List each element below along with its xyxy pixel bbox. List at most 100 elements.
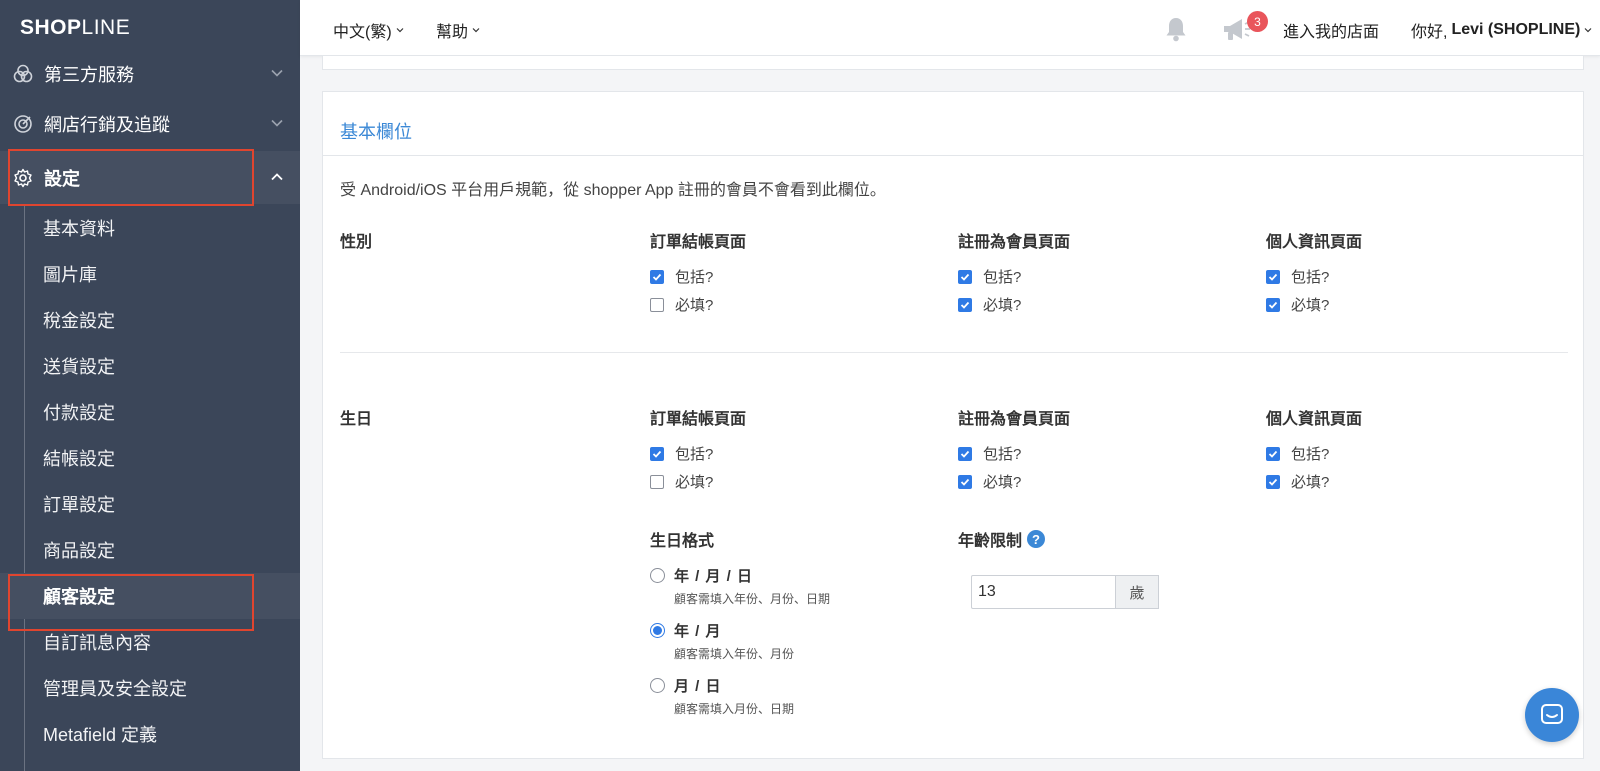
checkbox-checked-icon	[958, 297, 972, 312]
language-dropdown[interactable]: 中文(繁)	[333, 18, 404, 42]
age-limit-label: 年齡限制 ?	[958, 527, 1046, 551]
checkbox-checked-icon	[650, 446, 664, 461]
radio-title: 年 / 月 / 日	[674, 568, 754, 585]
birthday-format-md-radio[interactable]: 月 / 日 顧客需填入月份、日期	[650, 675, 794, 717]
gender-checkout-required-checkbox[interactable]: 必填?	[650, 294, 713, 315]
column-head-checkout: 訂單結帳頁面	[650, 234, 747, 251]
sidebar-item-payment[interactable]: 付款設定	[0, 389, 300, 435]
user-menu[interactable]: 你好, Levi (SHOPLINE)	[1411, 18, 1592, 42]
birthday-profile-required-checkbox[interactable]: 必填?	[1266, 471, 1329, 492]
card-title: 基本欄位	[340, 122, 412, 142]
greeting-text: 你好,	[1411, 24, 1448, 41]
checkbox-checked-icon	[1266, 297, 1280, 312]
nav-item-third-party[interactable]: 第三方服務	[0, 49, 300, 99]
chat-widget-button[interactable]	[1525, 688, 1579, 742]
checkbox-checked-icon	[650, 269, 664, 284]
birthday-checkout-include-checkbox[interactable]: 包括?	[650, 443, 713, 464]
platform-notice: 受 Android/iOS 平台用戶規範，從 shopper App 註冊的會員…	[340, 182, 886, 199]
gender-register-include-checkbox[interactable]: 包括?	[958, 266, 1021, 287]
shopline-logo[interactable]: SHOPLINE	[20, 16, 130, 40]
chat-icon	[1541, 704, 1563, 724]
basic-fields-card: 基本欄位 受 Android/iOS 平台用戶規範，從 shopper App …	[322, 91, 1584, 759]
radio-description: 顧客需填入月份、日期	[674, 702, 795, 716]
gender-register-required-checkbox[interactable]: 必填?	[958, 294, 1021, 315]
radio-selected-icon	[650, 623, 665, 638]
sidebar-item-customer[interactable]: 顧客設定	[0, 573, 300, 619]
checkbox-label: 包括?	[675, 446, 714, 463]
checkbox-label: 必填?	[675, 474, 714, 491]
gender-profile-include-checkbox[interactable]: 包括?	[1266, 266, 1329, 287]
field-label-gender: 性別	[340, 234, 373, 251]
target-icon	[12, 113, 34, 135]
checkbox-label: 包括?	[983, 269, 1022, 286]
field-label-birthday: 生日	[340, 411, 373, 428]
top-header: 中文(繁) 幫助 進入我的店面 你好, Levi (SHOPLINE)	[300, 0, 1600, 56]
sidebar-item-metafield[interactable]: Metafield 定義	[0, 711, 300, 757]
row-divider	[340, 352, 1568, 353]
sidebar-item-custom-message[interactable]: 自訂訊息內容	[0, 619, 300, 665]
help-dropdown[interactable]: 幫助	[436, 18, 480, 42]
age-unit-addon: 歲	[1115, 575, 1159, 609]
nav-item-label: 設定	[44, 168, 80, 189]
birthday-register-required-checkbox[interactable]: 必填?	[958, 471, 1021, 492]
radio-title: 月 / 日	[674, 678, 722, 695]
sidebar-item-tax[interactable]: 稅金設定	[0, 297, 300, 343]
checkbox-label: 包括?	[1291, 269, 1330, 286]
checkbox-label: 必填?	[1291, 297, 1330, 314]
bell-icon[interactable]	[1162, 15, 1190, 43]
radio-description: 顧客需填入年份、月份、日期	[674, 592, 831, 606]
gender-checkout-include-checkbox[interactable]: 包括?	[650, 266, 713, 287]
gender-profile-required-checkbox[interactable]: 必填?	[1266, 294, 1329, 315]
chevron-up-icon	[271, 173, 283, 181]
caret-down-icon	[472, 28, 480, 33]
checkbox-checked-icon	[1266, 474, 1280, 489]
enter-store-link[interactable]: 進入我的店面	[1283, 18, 1379, 42]
sidebar-item-product[interactable]: 商品設定	[0, 527, 300, 573]
help-icon[interactable]: ?	[1027, 530, 1046, 548]
birthday-format-ym-radio[interactable]: 年 / 月 顧客需填入年份、月份	[650, 620, 794, 662]
sidebar-item-admin-security[interactable]: 管理員及安全設定	[0, 665, 300, 711]
checkbox-unchecked-icon	[650, 474, 664, 489]
help-label: 幫助	[436, 24, 469, 41]
checkbox-checked-icon	[1266, 269, 1280, 284]
nav-item-settings[interactable]: 設定	[0, 151, 300, 204]
checkbox-label: 包括?	[675, 269, 714, 286]
checkbox-label: 必填?	[675, 297, 714, 314]
integrations-icon	[12, 63, 34, 85]
checkbox-checked-icon	[958, 446, 972, 461]
notification-badge: 3	[1247, 11, 1268, 32]
column-head-profile: 個人資訊頁面	[1266, 411, 1363, 428]
column-head-register: 註冊為會員頁面	[958, 234, 1071, 251]
radio-description: 顧客需填入年份、月份	[674, 647, 795, 661]
user-name: Levi (SHOPLINE)	[1451, 21, 1581, 38]
age-limit-input[interactable]	[971, 575, 1116, 609]
sidebar-item-delivery[interactable]: 送貨設定	[0, 343, 300, 389]
column-head-profile: 個人資訊頁面	[1266, 234, 1363, 251]
checkbox-label: 包括?	[1291, 446, 1330, 463]
chevron-down-icon	[271, 119, 283, 127]
sidebar-item-basic-info[interactable]: 基本資料	[0, 205, 300, 251]
birthday-checkout-required-checkbox[interactable]: 必填?	[650, 471, 713, 492]
checkbox-checked-icon	[1266, 446, 1280, 461]
radio-title: 年 / 月	[674, 623, 722, 640]
sidebar: SHOPLINE 第三方服務 網店行銷及追蹤 設定 基本資料 圖片庫 稅金設定 …	[0, 0, 300, 771]
radio-unselected-icon	[650, 678, 665, 693]
sidebar-item-checkout[interactable]: 結帳設定	[0, 435, 300, 481]
checkbox-unchecked-icon	[650, 297, 664, 312]
radio-unselected-icon	[650, 568, 665, 583]
language-label: 中文(繁)	[333, 24, 392, 41]
caret-down-icon	[1584, 28, 1592, 33]
sidebar-item-order[interactable]: 訂單設定	[0, 481, 300, 527]
birthday-register-include-checkbox[interactable]: 包括?	[958, 443, 1021, 464]
checkbox-label: 必填?	[983, 297, 1022, 314]
sidebar-item-image-library[interactable]: 圖片庫	[0, 251, 300, 297]
column-head-checkout: 訂單結帳頁面	[650, 411, 747, 428]
nav-item-label: 網店行銷及追蹤	[44, 115, 170, 135]
nav-item-marketing[interactable]: 網店行銷及追蹤	[0, 99, 300, 149]
divider	[323, 155, 1583, 156]
birthday-format-label: 生日格式	[650, 533, 715, 550]
checkbox-checked-icon	[958, 269, 972, 284]
checkbox-label: 必填?	[983, 474, 1022, 491]
birthday-format-ymd-radio[interactable]: 年 / 月 / 日 顧客需填入年份、月份、日期	[650, 565, 830, 607]
birthday-profile-include-checkbox[interactable]: 包括?	[1266, 443, 1329, 464]
